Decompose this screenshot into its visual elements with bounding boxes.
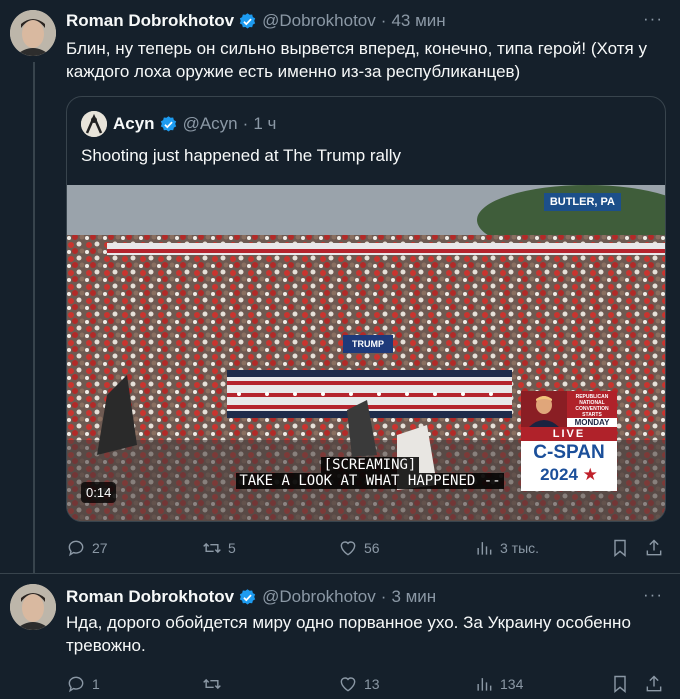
bookmark-icon — [614, 675, 626, 694]
cspan-overlay: REPUBLICAN NATIONAL CONVENTION STARTS MO… — [521, 391, 617, 491]
share-icon — [646, 675, 662, 692]
more-options-icon[interactable]: ··· — [642, 10, 664, 34]
like-button[interactable]: 13 — [338, 672, 380, 696]
views-button[interactable]: 3 тыс. — [474, 536, 539, 560]
caption-line-2: TAKE A LOOK AT WHAT HAPPENED -- — [236, 473, 504, 489]
separator-dot: · — [242, 114, 249, 133]
quoted-tweet[interactable]: Acyn @Acyn · 1 ч Shooting just happened … — [66, 96, 666, 522]
cspan-year-text: 2024 — [540, 465, 578, 484]
tweet-text: Нда, дорого обойдется миру одно порванно… — [66, 613, 631, 655]
quoted-author-name[interactable]: Acyn — [113, 114, 155, 134]
tweet-header: Roman Dobrokhotov @Dobrokhotov · 3 мин — [66, 586, 436, 608]
convention-title: REPUBLICAN NATIONAL CONVENTION — [575, 394, 609, 412]
author-handle[interactable]: @Dobrokhotov — [262, 11, 376, 31]
tweet-header: Roman Dobrokhotov @Dobrokhotov · 43 мин — [66, 10, 446, 32]
repost-count: 5 — [228, 540, 236, 556]
repost-button[interactable]: 5 — [202, 536, 236, 560]
podium-sign: TRUMP — [343, 335, 393, 353]
video-duration: 0:14 — [81, 482, 117, 503]
reply-icon — [68, 676, 84, 693]
share-button[interactable] — [644, 672, 670, 696]
trump-thumbnail — [521, 391, 567, 427]
video-captions: [SCREAMING] TAKE A LOOK AT WHAT HAPPENED… — [215, 457, 525, 489]
cspan-year: 2024 ★ — [540, 465, 598, 484]
cspan-logo: C-SPAN 2024 ★ — [521, 441, 617, 491]
quoted-author-handle: @Acyn — [182, 114, 238, 133]
views-chart-icon — [477, 678, 492, 691]
tweet-actions: 1 13 134 — [66, 672, 666, 696]
views-button[interactable]: 134 — [474, 672, 523, 696]
bookmark-icon — [614, 539, 626, 558]
location-badge: BUTLER, PA — [543, 193, 621, 211]
caption-line-1: [SCREAMING] — [320, 457, 420, 473]
podium-sign-text: TRUMP — [352, 339, 384, 349]
bookmark-button[interactable] — [610, 536, 636, 560]
share-button[interactable] — [644, 536, 670, 560]
like-count: 13 — [364, 676, 380, 692]
tweet-2[interactable]: Roman Dobrokhotov @Dobrokhotov · 3 мин ·… — [0, 574, 680, 699]
convention-banner: REPUBLICAN NATIONAL CONVENTION STARTS MO… — [567, 391, 617, 427]
share-icon — [646, 539, 662, 556]
separator-dot: · — [380, 587, 387, 606]
reply-count: 27 — [92, 540, 108, 556]
verified-badge-icon — [239, 12, 256, 29]
reply-count: 1 — [92, 676, 100, 692]
avatar[interactable] — [10, 584, 56, 630]
quoted-tweet-header: Acyn @Acyn · 1 ч — [81, 111, 276, 137]
reply-button[interactable]: 27 — [66, 536, 108, 560]
avatar[interactable] — [10, 10, 56, 56]
verified-badge-icon — [239, 588, 256, 605]
views-chart-icon — [477, 542, 492, 555]
bookmark-button[interactable] — [610, 672, 636, 696]
tweet-timestamp[interactable]: 43 мин — [391, 11, 445, 31]
cspan-logo-text: C-SPAN — [533, 442, 605, 463]
quoted-timestamp: 1 ч — [253, 114, 277, 133]
view-count: 3 тыс. — [500, 540, 540, 556]
more-options-icon[interactable]: ··· — [642, 586, 664, 610]
heart-icon — [340, 541, 356, 556]
author-handle[interactable]: @Dobrokhotov — [262, 587, 376, 607]
repost-button[interactable] — [202, 672, 228, 696]
view-count: 134 — [500, 676, 524, 692]
tweet-timestamp[interactable]: 3 мин — [391, 587, 436, 607]
repost-icon — [203, 542, 221, 554]
heart-icon — [340, 677, 356, 692]
quoted-avatar — [81, 111, 107, 137]
reply-icon — [68, 540, 84, 557]
like-count: 56 — [364, 540, 380, 556]
verified-badge-icon — [160, 115, 176, 132]
author-name[interactable]: Roman Dobrokhotov — [66, 11, 234, 31]
author-name[interactable]: Roman Dobrokhotov — [66, 587, 234, 607]
like-button[interactable]: 56 — [338, 536, 380, 560]
live-badge: LIVE — [521, 427, 617, 441]
reply-button[interactable]: 1 — [66, 672, 100, 696]
tweet-text: Блин, ну теперь он сильно вырвется впере… — [66, 39, 647, 81]
video-player[interactable]: BUTLER, PA TRUMP REPUBLICAN NATIONAL CON… — [67, 185, 665, 521]
repost-icon — [203, 678, 221, 690]
tweet-1[interactable]: Roman Dobrokhotov @Dobrokhotov · 43 мин … — [0, 0, 680, 573]
convention-day: MONDAY — [567, 418, 617, 427]
tweet-actions: 27 5 56 3 тыс. — [66, 536, 666, 560]
quoted-tweet-text: Shooting just happened at The Trump rall… — [81, 146, 402, 165]
separator-dot: · — [380, 11, 387, 30]
